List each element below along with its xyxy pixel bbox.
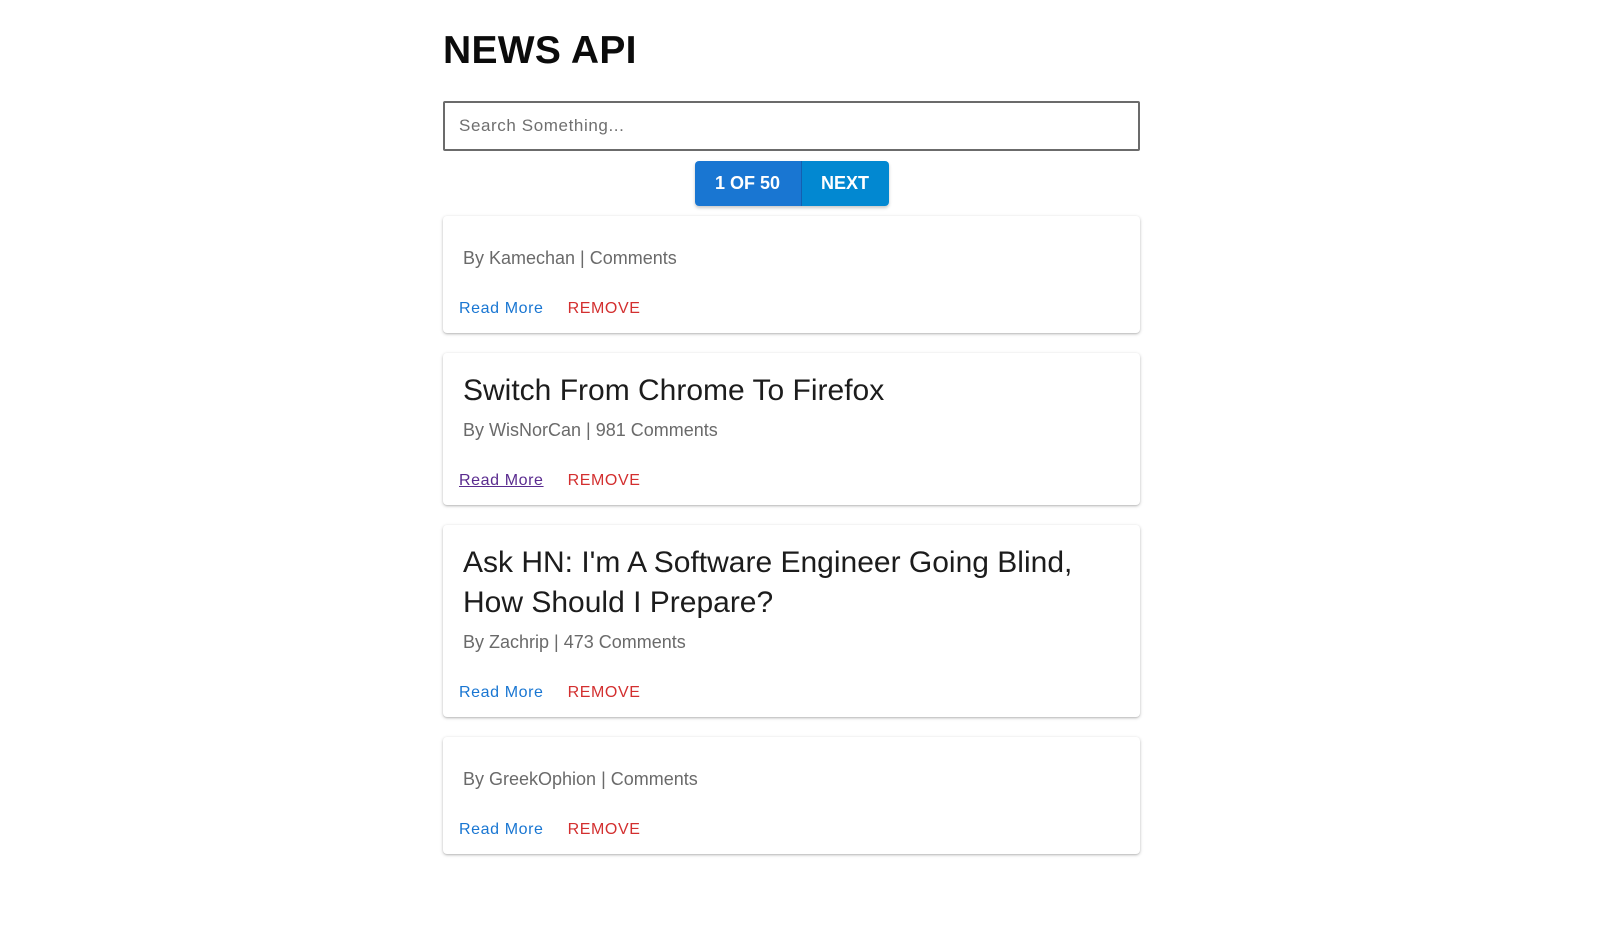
- card-actions: Read More REMOVE: [443, 443, 1140, 505]
- card-body: Switch From Chrome To Firefox By WisNorC…: [443, 353, 1140, 443]
- read-more-link[interactable]: Read More: [459, 684, 544, 702]
- card-actions: Read More REMOVE: [443, 792, 1140, 854]
- read-more-link[interactable]: Read More: [459, 821, 544, 839]
- page-count-button[interactable]: 1 OF 50: [694, 161, 802, 206]
- card-body: By GreekOphion | Comments: [443, 737, 1140, 792]
- next-button[interactable]: NEXT: [801, 161, 889, 206]
- card-actions: Read More REMOVE: [443, 655, 1140, 717]
- article-title: Ask HN: I'm A Software Engineer Going Bl…: [463, 546, 1073, 619]
- pagination-row: 1 OF 50 NEXT: [443, 161, 1140, 206]
- read-more-link[interactable]: Read More: [459, 472, 544, 490]
- article-meta: By Kamechan | Comments: [463, 248, 677, 268]
- article-meta: By GreekOphion | Comments: [463, 769, 698, 789]
- read-more-link[interactable]: Read More: [459, 300, 544, 318]
- card-body: Ask HN: I'm A Software Engineer Going Bl…: [443, 525, 1140, 655]
- article-card: By Kamechan | Comments Read More REMOVE: [443, 216, 1140, 333]
- article-card: Ask HN: I'm A Software Engineer Going Bl…: [443, 525, 1140, 717]
- pagination-group: 1 OF 50 NEXT: [694, 161, 889, 206]
- main-container: NEWS API 1 OF 50 NEXT By Kamechan | Comm…: [443, 0, 1140, 874]
- article-card: Switch From Chrome To Firefox By WisNorC…: [443, 353, 1140, 505]
- card-body: By Kamechan | Comments: [443, 216, 1140, 271]
- article-meta: By Zachrip | 473 Comments: [463, 632, 686, 652]
- remove-button[interactable]: REMOVE: [568, 684, 641, 702]
- article-title: Switch From Chrome To Firefox: [463, 374, 885, 407]
- article-list: By Kamechan | Comments Read More REMOVE …: [443, 216, 1140, 854]
- article-meta: By WisNorCan | 981 Comments: [463, 420, 718, 440]
- article-card: By GreekOphion | Comments Read More REMO…: [443, 737, 1140, 854]
- page-title: NEWS API: [443, 29, 637, 72]
- search-box[interactable]: [443, 101, 1140, 151]
- remove-button[interactable]: REMOVE: [568, 472, 641, 490]
- search-input[interactable]: [445, 103, 1138, 149]
- remove-button[interactable]: REMOVE: [568, 821, 641, 839]
- card-actions: Read More REMOVE: [443, 271, 1140, 333]
- remove-button[interactable]: REMOVE: [568, 300, 641, 318]
